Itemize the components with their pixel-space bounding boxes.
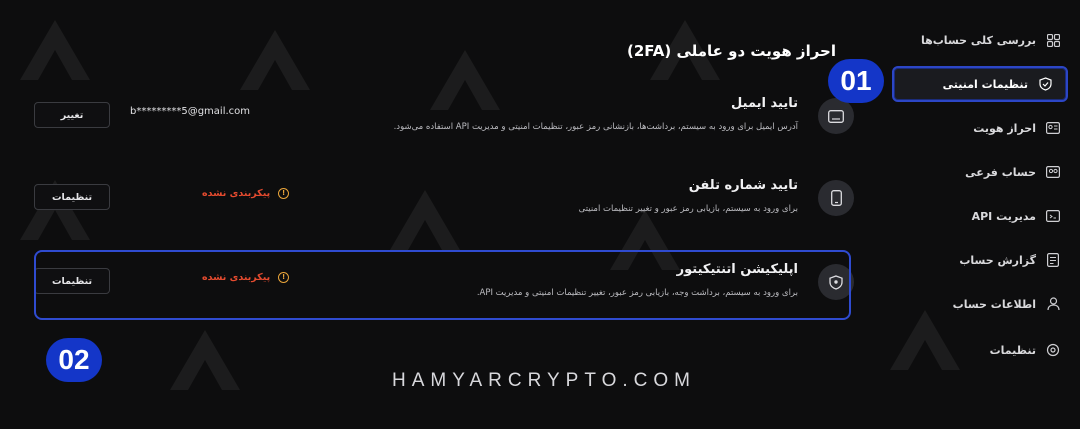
- sidebar-item-label: مدیریت API: [971, 209, 1036, 223]
- row-title: تایید شماره تلفن: [688, 178, 798, 193]
- status-badge: ! پیکربندی نشده: [202, 188, 290, 199]
- sidebar-item-kyc[interactable]: احراز هویت: [894, 110, 1074, 146]
- panel-title: احراز هویت دو عاملی (2FA): [626, 42, 836, 60]
- sub-account-icon: [1046, 165, 1060, 179]
- user-icon: [1046, 297, 1060, 311]
- phone-settings-button[interactable]: تنظیمات: [34, 184, 110, 210]
- row-title: تایید ایمیل: [731, 96, 798, 111]
- api-icon: [1046, 209, 1060, 223]
- sidebar-item-security[interactable]: تنظیمات امنیتی: [892, 66, 1068, 102]
- sidebar-item-api[interactable]: مدیریت API: [894, 198, 1074, 234]
- sidebar-item-label: حساب فرعی: [965, 165, 1036, 179]
- id-card-icon: [1046, 121, 1060, 135]
- sidebar-item-report[interactable]: گزارش حساب: [894, 242, 1074, 278]
- row-description: برای ورود به سیستم، بازیابی رمز عبور و ت…: [578, 204, 798, 214]
- grid-icon: [1046, 33, 1060, 47]
- sidebar-item-label: بررسی کلی حساب‌ها: [921, 33, 1036, 47]
- sidebar-item-label: احراز هویت: [973, 121, 1036, 135]
- warning-icon: !: [278, 188, 290, 199]
- report-icon: [1046, 253, 1060, 267]
- change-email-button[interactable]: تغییر: [34, 102, 110, 128]
- phone-verification-row: تایید شماره تلفن برای ورود به سیستم، باز…: [34, 168, 856, 232]
- phone-icon: [818, 180, 854, 216]
- site-url: HAMYARCRYPTO.COM: [392, 370, 696, 391]
- sidebar-item-account-info[interactable]: اطلاعات حساب: [894, 286, 1074, 322]
- row-description: آدرس ایمیل برای ورود به سیستم، برداشت‌ها…: [393, 122, 798, 132]
- step-badge-one: 01: [828, 59, 884, 103]
- sidebar-item-overview[interactable]: بررسی کلی حساب‌ها: [894, 22, 1074, 58]
- authenticator-highlight-frame: [34, 250, 851, 320]
- settings-icon: [1046, 343, 1060, 357]
- sidebar-item-label: اطلاعات حساب: [952, 297, 1036, 311]
- mail-icon: [818, 98, 854, 134]
- email-value: b*********5@gmail.com: [130, 106, 251, 117]
- sidebar-item-label: تنظیمات: [989, 343, 1036, 357]
- sidebar-item-settings[interactable]: تنظیمات: [894, 332, 1074, 368]
- sidebar-item-label: گزارش حساب: [959, 253, 1036, 267]
- sidebar-item-label: تنظیمات امنیتی: [942, 77, 1028, 91]
- status-text: پیکربندی نشده: [202, 188, 271, 199]
- shield-icon: [1038, 77, 1052, 91]
- sidebar-item-subaccount[interactable]: حساب فرعی: [894, 154, 1074, 190]
- email-verification-row: تایید ایمیل آدرس ایمیل برای ورود به سیست…: [34, 86, 856, 150]
